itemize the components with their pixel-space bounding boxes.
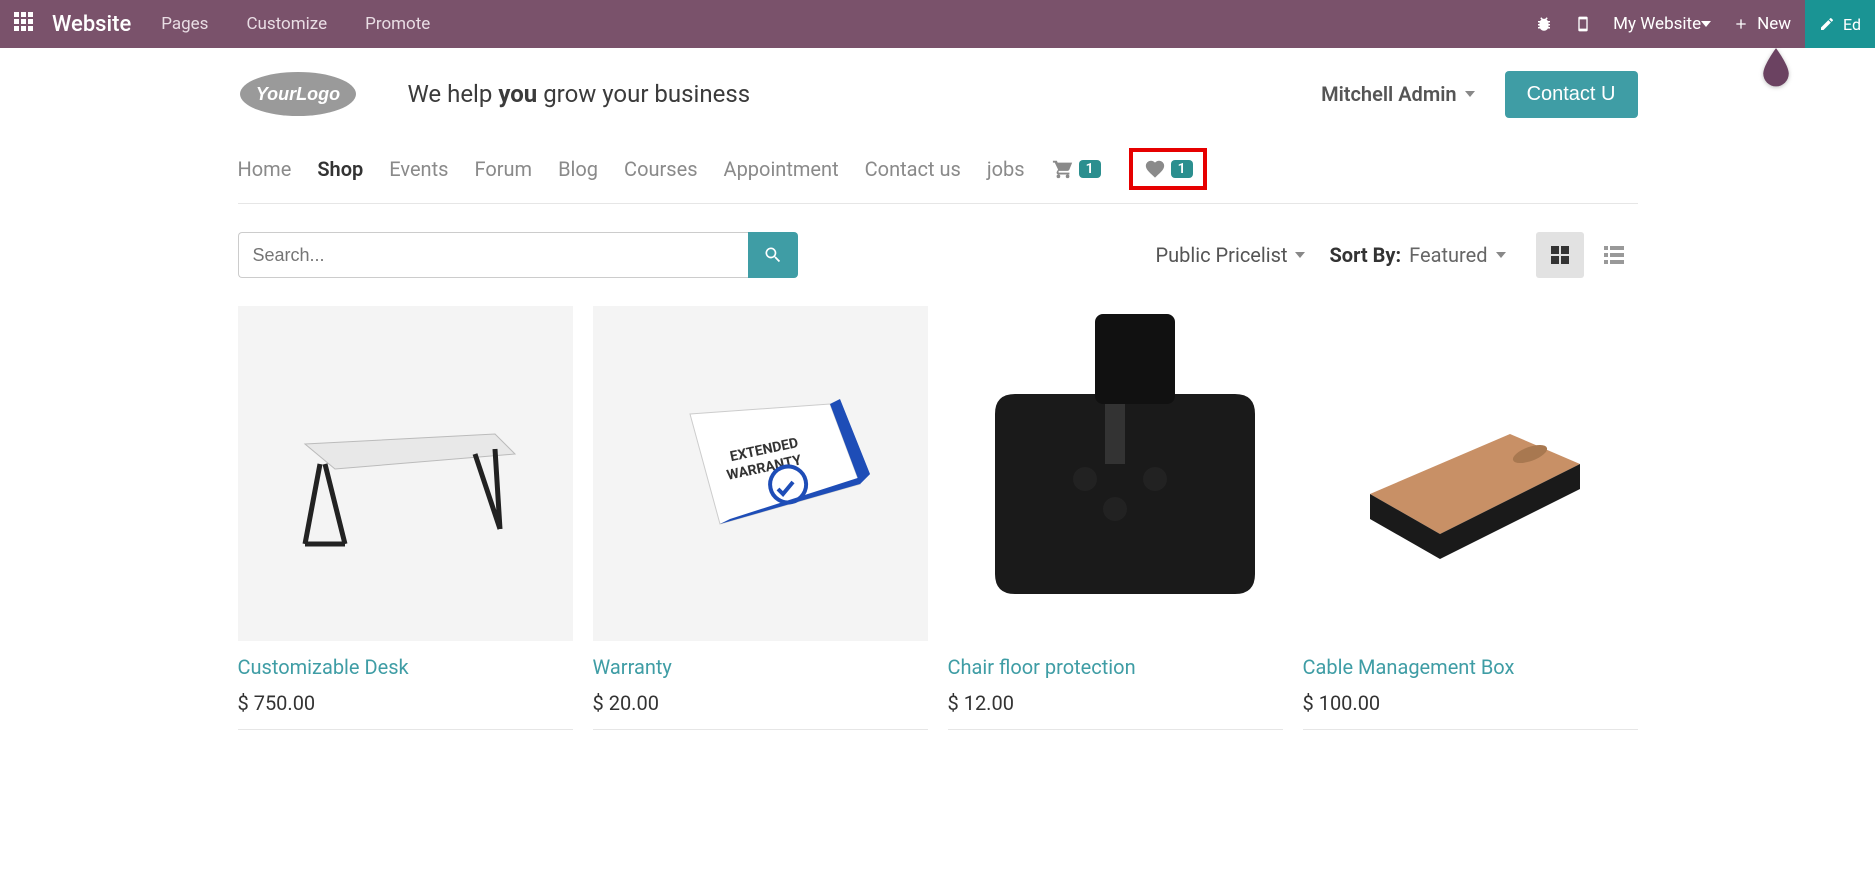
my-website-dropdown[interactable]: My Website: [1613, 14, 1711, 34]
mobile-icon[interactable]: [1575, 14, 1591, 34]
sortby-value: Featured: [1409, 243, 1487, 267]
site-header: YourLogo We help you grow your business …: [238, 48, 1638, 134]
shop-toolbar: Public Pricelist Sort By: Featured: [238, 204, 1638, 306]
tagline-bold: you: [498, 80, 537, 108]
bug-icon[interactable]: [1535, 15, 1553, 33]
pricelist-label: Public Pricelist: [1156, 243, 1288, 267]
app-title[interactable]: Website: [52, 12, 131, 37]
admin-link-pages[interactable]: Pages: [161, 14, 208, 34]
nav-events[interactable]: Events: [389, 157, 448, 181]
cart-link[interactable]: 1: [1051, 158, 1101, 180]
divider: [593, 729, 928, 730]
nav-forum[interactable]: Forum: [474, 157, 532, 181]
search-wrap: [238, 232, 798, 278]
search-button[interactable]: [748, 232, 798, 278]
product-card[interactable]: Cable Management Box $ 100.00: [1303, 306, 1638, 730]
product-price: $ 20.00: [593, 691, 928, 715]
sortby-label: Sort By:: [1329, 243, 1401, 267]
contact-button[interactable]: Contact U: [1505, 71, 1638, 118]
product-title[interactable]: Warranty: [593, 655, 928, 679]
nav-blog[interactable]: Blog: [558, 157, 598, 181]
new-label: New: [1757, 14, 1791, 34]
product-image: [238, 306, 573, 641]
product-title[interactable]: Customizable Desk: [238, 655, 573, 679]
my-website-label: My Website: [1613, 14, 1701, 34]
nav-appointment[interactable]: Appointment: [724, 157, 839, 181]
product-price: $ 750.00: [238, 691, 573, 715]
divider: [1303, 729, 1638, 730]
product-image: [948, 306, 1283, 641]
caret-down-icon: [1465, 91, 1475, 97]
site-nav: Home Shop Events Forum Blog Courses Appo…: [238, 134, 1638, 204]
site-logo[interactable]: YourLogo: [238, 70, 358, 118]
nav-courses[interactable]: Courses: [624, 157, 697, 181]
caret-down-icon: [1496, 252, 1506, 258]
new-button[interactable]: New: [1733, 14, 1791, 34]
tagline-post: grow your business: [537, 80, 750, 108]
product-title[interactable]: Cable Management Box: [1303, 655, 1638, 679]
product-card[interactable]: Customizable Desk $ 750.00: [238, 306, 573, 730]
search-input[interactable]: [238, 232, 748, 278]
cart-badge: 1: [1079, 160, 1101, 178]
user-name: Mitchell Admin: [1321, 82, 1456, 106]
nav-contact[interactable]: Contact us: [865, 157, 961, 181]
user-dropdown[interactable]: Mitchell Admin: [1321, 82, 1474, 106]
edit-button[interactable]: Ed: [1805, 0, 1875, 48]
admin-link-customize[interactable]: Customize: [246, 14, 327, 34]
divider: [238, 729, 573, 730]
tagline: We help you grow your business: [408, 80, 751, 108]
caret-down-icon: [1295, 252, 1305, 258]
tagline-pre: We help: [408, 80, 499, 108]
nav-home[interactable]: Home: [238, 157, 292, 181]
grid-view-button[interactable]: [1536, 232, 1584, 278]
product-card[interactable]: EXTENDEDWARRANTY Warranty $ 20.00: [593, 306, 928, 730]
wishlist-highlight: 1: [1129, 148, 1207, 190]
divider: [948, 729, 1283, 730]
nav-shop[interactable]: Shop: [317, 157, 363, 181]
edit-label: Ed: [1843, 15, 1861, 34]
product-price: $ 100.00: [1303, 691, 1638, 715]
wishlist-badge: 1: [1171, 160, 1193, 178]
admin-link-promote[interactable]: Promote: [365, 14, 430, 34]
product-grid: Customizable Desk $ 750.00 EXTENDEDWARRA…: [238, 306, 1638, 730]
product-card[interactable]: Chair floor protection $ 12.00: [948, 306, 1283, 730]
svg-text:YourLogo: YourLogo: [255, 84, 339, 104]
nav-jobs[interactable]: jobs: [987, 157, 1025, 181]
view-toggle: [1536, 232, 1638, 278]
list-view-button[interactable]: [1590, 232, 1638, 278]
caret-down-icon: [1701, 21, 1711, 27]
apps-icon[interactable]: [14, 12, 34, 36]
sortby-dropdown[interactable]: Sort By: Featured: [1329, 243, 1505, 267]
theme-drop-icon[interactable]: [1759, 48, 1793, 92]
product-image: EXTENDEDWARRANTY: [593, 306, 928, 641]
product-image: [1303, 306, 1638, 641]
wishlist-link[interactable]: 1: [1143, 158, 1193, 180]
admin-bar: Website Pages Customize Promote My Websi…: [0, 0, 1875, 48]
pricelist-dropdown[interactable]: Public Pricelist: [1156, 243, 1306, 267]
product-title[interactable]: Chair floor protection: [948, 655, 1283, 679]
product-price: $ 12.00: [948, 691, 1283, 715]
